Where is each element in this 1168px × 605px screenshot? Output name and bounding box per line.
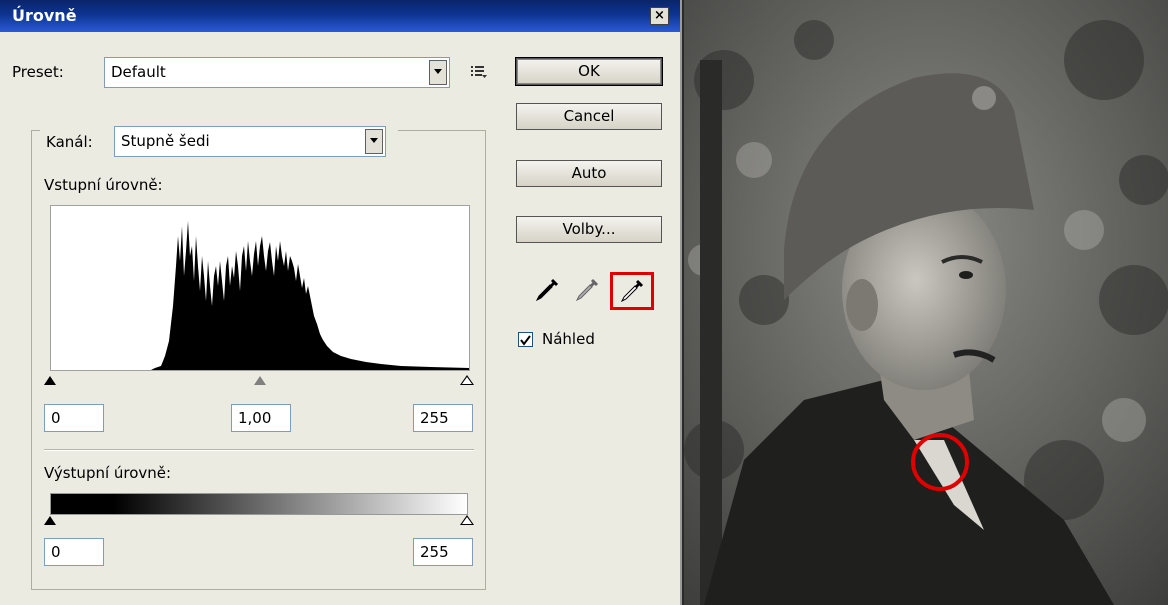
output-black-field[interactable]: 0 [44, 538, 104, 566]
black-eyedropper-icon[interactable] [533, 276, 561, 304]
input-levels-label: Vstupní úrovně: [44, 176, 163, 194]
ok-button[interactable]: OK [515, 57, 663, 86]
channel-label: Kanál: [46, 133, 93, 151]
chevron-down-icon [429, 60, 447, 85]
preview-checkbox[interactable] [518, 332, 533, 347]
input-white-slider[interactable] [460, 375, 474, 385]
close-icon: × [654, 8, 665, 23]
histogram [50, 205, 470, 371]
preset-menu-icon[interactable] [470, 64, 488, 80]
channel-select[interactable]: Stupně šedi [114, 126, 386, 157]
gray-eyedropper-icon[interactable] [573, 276, 601, 304]
input-gamma-field[interactable]: 1,00 [231, 404, 291, 432]
input-white-field[interactable]: 255 [413, 404, 473, 432]
input-black-field[interactable]: 0 [44, 404, 104, 432]
separator [44, 449, 474, 451]
cancel-button[interactable]: Cancel [516, 103, 662, 130]
input-gamma-slider[interactable] [254, 376, 266, 385]
close-button[interactable]: × [650, 7, 669, 25]
histogram-shape [151, 221, 469, 370]
white-eyedropper-icon[interactable] [618, 277, 646, 305]
output-gradient-bar [50, 493, 468, 515]
title-bar[interactable]: Úrovně × [0, 0, 680, 32]
preset-label: Preset: [12, 63, 64, 81]
output-white-slider[interactable] [460, 515, 474, 525]
levels-dialog: Úrovně × Preset: Default OK Cancel Auto … [0, 0, 682, 605]
checkmark-icon [520, 335, 531, 346]
chevron-down-icon [365, 129, 383, 154]
rifle [700, 60, 722, 605]
photo-preview [684, 0, 1168, 605]
preview-label: Náhled [542, 330, 595, 348]
preset-value: Default [111, 63, 166, 81]
output-white-field[interactable]: 255 [413, 538, 473, 566]
channel-value: Stupně šedi [121, 132, 210, 150]
output-black-slider[interactable] [44, 516, 56, 525]
output-levels-label: Výstupní úrovně: [44, 464, 172, 482]
input-black-slider[interactable] [44, 376, 56, 385]
preset-select[interactable]: Default [104, 57, 450, 88]
options-button[interactable]: Volby... [516, 216, 662, 243]
histogram-graph [151, 221, 469, 370]
auto-button[interactable]: Auto [516, 160, 662, 187]
dialog-title: Úrovně [12, 6, 77, 25]
